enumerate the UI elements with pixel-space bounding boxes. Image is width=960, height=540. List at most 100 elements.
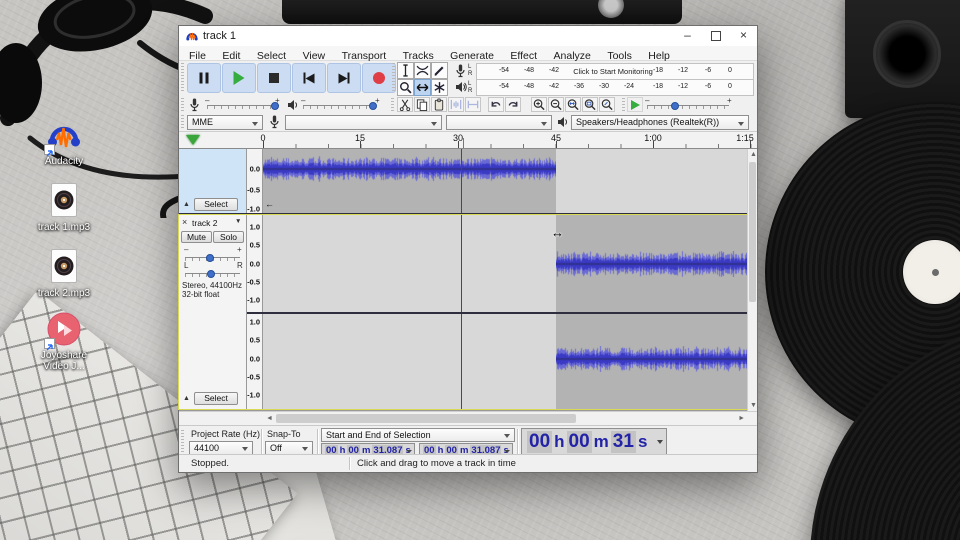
menu-tools[interactable]: Tools xyxy=(601,49,638,63)
recording-meter[interactable]: -54 -48 -42 Click to Start Monitoring -1… xyxy=(476,63,754,80)
scroll-right-icon[interactable]: ► xyxy=(738,415,745,422)
recording-volume-slider[interactable] xyxy=(207,105,279,109)
silence-audio-button[interactable] xyxy=(465,97,481,112)
playback-meter[interactable]: -54 -48 -42 -36 -30 -24 -18 -12 -6 0 xyxy=(476,79,754,96)
zoom-in-button[interactable] xyxy=(531,97,547,112)
redo-button[interactable] xyxy=(505,97,521,112)
menu-transport[interactable]: Transport xyxy=(336,49,393,63)
track-2-ch2-ruler[interactable]: 1.0 0.5 0.0 -0.5 -1.0 xyxy=(247,314,263,409)
menu-view[interactable]: View xyxy=(297,49,332,63)
track-2-select-button[interactable]: Select xyxy=(194,392,238,405)
timeline-ruler[interactable]: 0 15 30 45 1:00 1:15 xyxy=(179,131,757,149)
record-button[interactable] xyxy=(362,63,396,93)
draw-tool-button[interactable] xyxy=(431,62,448,79)
toolbar-grip[interactable] xyxy=(391,98,394,111)
timeshift-tool-button[interactable] xyxy=(414,79,431,96)
copy-button[interactable] xyxy=(414,97,430,112)
play-at-speed-button[interactable] xyxy=(627,97,643,112)
playback-volume-slider[interactable] xyxy=(303,105,375,109)
solo-button[interactable]: Solo xyxy=(213,231,244,243)
horizontal-scrollbar[interactable]: ◄ ► xyxy=(179,411,757,426)
multi-tool-button[interactable] xyxy=(431,79,448,96)
trim-audio-button[interactable] xyxy=(448,97,464,112)
track-2-ch2-clip[interactable] xyxy=(556,314,749,409)
track-2-control-panel[interactable]: × track 2 ▼ Mute Solo – + L R Stereo, 44… xyxy=(179,215,247,409)
collapse-arrow-icon[interactable]: ▲ xyxy=(183,395,190,402)
track-1-clip[interactable] xyxy=(263,149,556,213)
vertical-scrollbar[interactable]: ▲ ▼ xyxy=(747,149,757,411)
toolbar-grip[interactable] xyxy=(181,115,184,129)
track-1-control-panel[interactable]: ▲ Select xyxy=(179,149,247,213)
track-2-ch2-waveform-area[interactable] xyxy=(263,314,749,409)
envelope-tool-button[interactable] xyxy=(414,62,431,79)
play-button[interactable] xyxy=(222,63,256,93)
mute-button[interactable]: Mute xyxy=(181,231,212,243)
track-1-vertical-ruler[interactable]: 0.0 -0.5 -1.0 xyxy=(247,149,263,214)
menu-help[interactable]: Help xyxy=(642,49,676,63)
scroll-up-icon[interactable]: ▲ xyxy=(750,151,757,158)
track-2-name[interactable]: track 2 xyxy=(192,218,218,228)
vertical-scroll-thumb[interactable] xyxy=(749,162,756,302)
track-1-select-button[interactable]: Select xyxy=(194,198,238,211)
zoom-toggle-button[interactable] xyxy=(599,97,615,112)
snap-to-select[interactable]: Off xyxy=(265,441,313,455)
scroll-down-icon[interactable]: ▼ xyxy=(750,402,757,409)
collapse-arrow-icon[interactable]: ▲ xyxy=(183,201,190,208)
recording-device-select[interactable] xyxy=(285,115,442,130)
play-speed-slider[interactable] xyxy=(647,105,729,109)
toolbar-grip[interactable] xyxy=(622,98,625,111)
playback-volume-thumb[interactable] xyxy=(369,102,377,110)
track-2-ch1-ruler[interactable]: 1.0 0.5 0.0 -0.5 -1.0 xyxy=(247,215,263,312)
recording-channels-select[interactable] xyxy=(446,115,552,130)
track-close-icon[interactable]: × xyxy=(182,217,187,227)
menu-effect[interactable]: Effect xyxy=(504,49,543,63)
audio-host-select[interactable]: MME xyxy=(187,115,263,130)
undo-button[interactable] xyxy=(488,97,504,112)
recording-volume-thumb[interactable] xyxy=(271,102,279,110)
pause-button[interactable] xyxy=(187,63,221,93)
skip-to-end-button[interactable] xyxy=(327,63,361,93)
minimize-button[interactable]: – xyxy=(674,26,701,45)
title-bar[interactable]: track 1 – × xyxy=(179,26,757,47)
fit-selection-button[interactable] xyxy=(565,97,581,112)
toolbar-grip[interactable] xyxy=(392,63,395,91)
desktop-icon-track1-mp3[interactable]: track 1.mp3 xyxy=(22,182,106,233)
stop-button[interactable] xyxy=(257,63,291,93)
play-speed-thumb[interactable] xyxy=(671,102,679,110)
pan-slider-thumb[interactable] xyxy=(207,270,215,278)
paste-button[interactable] xyxy=(431,97,447,112)
playback-device-select[interactable]: Speakers/Headphones (Realtek(R)) xyxy=(571,115,749,130)
menu-edit[interactable]: Edit xyxy=(216,49,246,63)
scroll-left-icon[interactable]: ◄ xyxy=(266,415,273,422)
zoom-tool-button[interactable] xyxy=(397,79,414,96)
menu-generate[interactable]: Generate xyxy=(444,49,500,63)
meter-tick: -12 xyxy=(677,67,689,74)
fit-project-button[interactable] xyxy=(582,97,598,112)
menu-select[interactable]: Select xyxy=(251,49,292,63)
track-1-waveform-area[interactable]: ← xyxy=(263,149,749,213)
pinned-playhead-icon[interactable] xyxy=(186,135,200,145)
close-button[interactable]: × xyxy=(730,26,757,45)
maximize-button[interactable] xyxy=(702,26,729,45)
menu-file[interactable]: File xyxy=(183,49,212,63)
zoom-out-button[interactable] xyxy=(548,97,564,112)
skip-to-start-button[interactable] xyxy=(292,63,326,93)
desktop-icon-joyoshare[interactable]: Joyoshare Video J... xyxy=(22,310,106,372)
cut-button[interactable] xyxy=(397,97,413,112)
track-2-ch1-clip[interactable] xyxy=(556,215,749,312)
horizontal-scroll-thumb[interactable] xyxy=(276,414,576,423)
toolbar-grip[interactable] xyxy=(181,63,184,91)
toolbar-grip[interactable] xyxy=(181,98,184,111)
desktop-icon-track2-mp3[interactable]: track 2.mp3 xyxy=(22,248,106,299)
project-rate-select[interactable]: 44100 xyxy=(189,441,253,455)
track-2-ch1-waveform-area[interactable] xyxy=(263,215,749,312)
toolbar-grip[interactable] xyxy=(181,430,184,454)
selection-tool-button[interactable] xyxy=(397,62,414,79)
track-menu-arrow-icon[interactable]: ▼ xyxy=(235,218,241,225)
menu-analyze[interactable]: Analyze xyxy=(548,49,597,63)
gain-slider-thumb[interactable] xyxy=(206,254,214,262)
audio-position-display[interactable]: 00 h 00 m 31 s xyxy=(521,428,667,455)
menu-tracks[interactable]: Tracks xyxy=(397,49,440,63)
desktop-icon-audacity[interactable]: Audacity xyxy=(22,116,106,167)
selection-mode-select[interactable]: Start and End of Selection xyxy=(321,428,515,442)
